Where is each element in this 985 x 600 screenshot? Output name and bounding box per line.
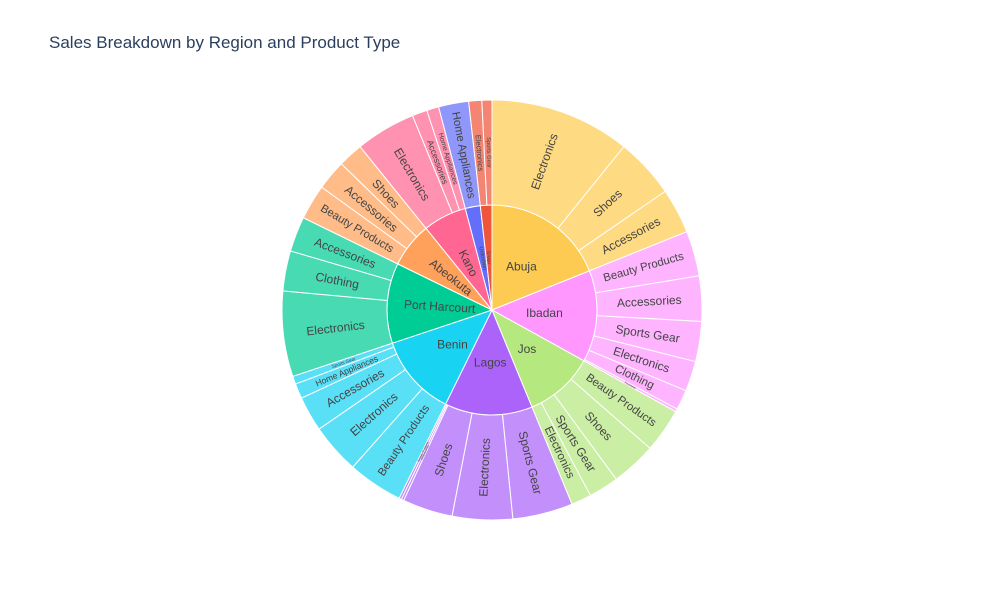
product-label-enugu-sports-gear: Sports Gear [485, 137, 492, 168]
region-label-abuja: Abuja [506, 260, 537, 274]
region-label-enugu: Enugu [486, 251, 492, 264]
sunburst-chart: AbujaElectronicsShoesAccessoriesIbadanBe… [281, 99, 703, 521]
region-label-ibadan: Ibadan [526, 306, 563, 320]
region-label-jos: Jos [518, 342, 537, 356]
region-label-lagos: Lagos [474, 355, 507, 369]
region-label-benin: Benin [437, 337, 468, 351]
product-label-lagos-electronics: Electronics [476, 438, 493, 497]
